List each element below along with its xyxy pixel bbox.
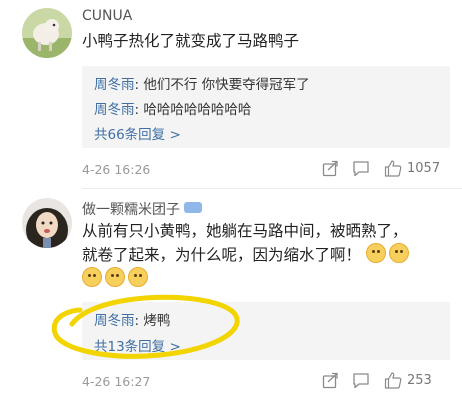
reply-item[interactable]: 周冬雨: 哈哈哈哈哈哈哈哈 — [94, 98, 251, 118]
comment-item: CUNUA 小鸭子热化了就变成了马路鸭子 周冬雨: 他们不行 你快要夺得冠军了 … — [0, 0, 462, 190]
username-row: 做一颗糯米团子 — [82, 199, 202, 219]
reply-box: 周冬雨: 他们不行 你快要夺得冠军了 周冬雨: 哈哈哈哈哈哈哈哈 共66条回复 … — [82, 66, 450, 148]
like-button[interactable]: 1057 — [384, 160, 440, 177]
comment-time: 4-26 16:26 — [82, 162, 151, 177]
comment-item: 做一颗糯米团子 从前有只小黄鸭，她躺在马路中间，被晒熟了， 就卷了起来，为什么呢… — [0, 190, 462, 400]
share-button[interactable] — [322, 372, 339, 389]
more-replies-link[interactable]: 共13条回复 > — [94, 335, 181, 355]
comment-text-line: 从前有只小黄鸭，她躺在马路中间，被晒熟了， — [82, 222, 408, 240]
share-button[interactable] — [322, 160, 339, 177]
comment-text: 小鸭子热化了就变成了马路鸭子 — [82, 32, 300, 50]
reply-box: 周冬雨: 烤鸭 共13条回复 > — [82, 302, 450, 360]
reply-author[interactable]: 周冬雨 — [94, 102, 135, 118]
share-icon — [322, 160, 338, 177]
emoji-icon — [82, 267, 102, 287]
like-count: 253 — [407, 373, 432, 388]
like-count: 1057 — [407, 161, 441, 176]
comment-button[interactable] — [352, 160, 370, 177]
emoji-icon — [105, 267, 125, 287]
like-button[interactable]: 253 — [384, 372, 432, 389]
reply-text: 烤鸭 — [143, 313, 171, 329]
more-replies-link[interactable]: 共66条回复 > — [94, 123, 181, 143]
avatar[interactable] — [22, 198, 72, 248]
emoji-icon — [128, 267, 148, 287]
reply-text: 他们不行 你快要夺得冠军了 — [143, 77, 310, 93]
emoji-icon — [365, 243, 386, 263]
comment-button[interactable] — [352, 372, 370, 389]
comment-time: 4-26 16:27 — [82, 374, 151, 389]
like-icon — [384, 372, 402, 389]
reply-author[interactable]: 周冬雨 — [94, 77, 135, 93]
reply-item[interactable]: 周冬雨: 他们不行 你快要夺得冠军了 — [94, 73, 310, 93]
comment-emoji-row — [82, 267, 452, 291]
reply-text: 哈哈哈哈哈哈哈哈 — [143, 102, 252, 118]
reply-item[interactable]: 周冬雨: 烤鸭 — [94, 309, 170, 329]
comment-icon — [353, 161, 369, 177]
vip-badge-icon — [184, 202, 202, 213]
reply-author[interactable]: 周冬雨 — [94, 313, 135, 329]
like-icon — [384, 160, 402, 177]
comment-icon — [353, 373, 369, 389]
username[interactable]: CUNUA — [82, 8, 132, 24]
emoji-icon — [388, 243, 409, 263]
divider — [82, 188, 462, 189]
avatar[interactable] — [22, 8, 72, 58]
comment-text: 从前有只小黄鸭，她躺在马路中间，被晒熟了， 就卷了起来，为什么呢，因为缩水了啊！ — [82, 220, 452, 291]
comment-text-line-2: 就卷了起来，为什么呢，因为缩水了啊！ — [82, 243, 452, 267]
comment-text-segment: 就卷了起来，为什么呢，因为缩水了啊！ — [82, 246, 362, 264]
username[interactable]: 做一颗糯米团子 — [82, 202, 180, 218]
share-icon — [322, 372, 338, 389]
